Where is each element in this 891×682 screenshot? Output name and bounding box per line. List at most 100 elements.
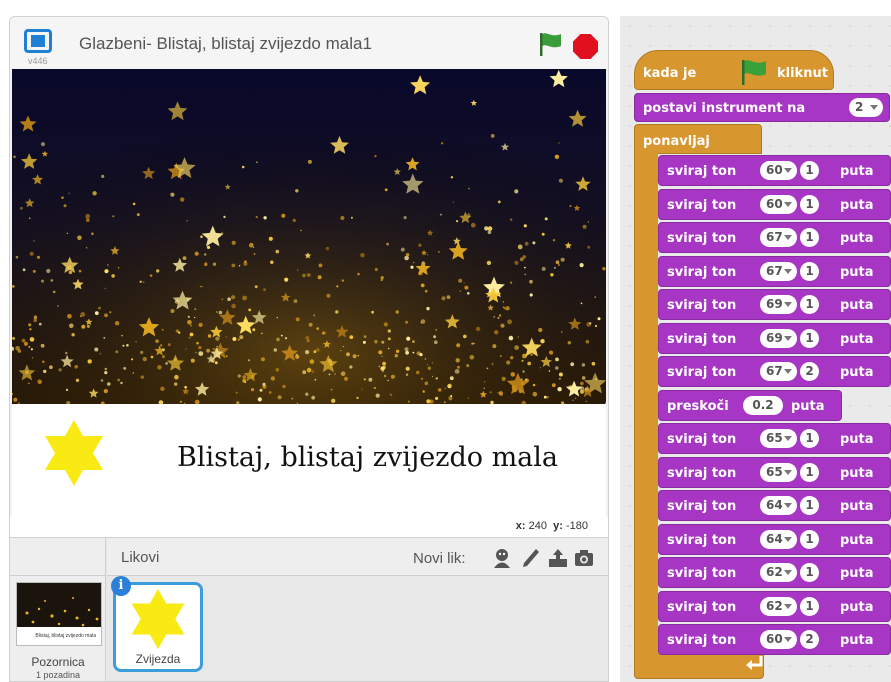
- sparkle: [420, 321, 422, 324]
- sparkle: [471, 222, 476, 228]
- note-beats-input[interactable]: 2: [800, 362, 819, 381]
- note-beats-input[interactable]: 1: [800, 328, 819, 348]
- note-beats-input[interactable]: 1: [800, 429, 819, 448]
- repeat-forever-block[interactable]: ponavljaj: [634, 124, 762, 154]
- sparkle: [374, 155, 377, 158]
- note-beats-input[interactable]: 1: [800, 261, 819, 281]
- note-dropdown[interactable]: 65: [760, 462, 797, 482]
- sparkle: [103, 389, 108, 394]
- sparkle: [68, 192, 70, 194]
- play-note-block[interactable]: sviraj ton 65 1 puta: [658, 423, 891, 454]
- sparkle: [471, 342, 474, 345]
- play-note-block[interactable]: sviraj ton 69 1 puta: [658, 322, 891, 354]
- note-beats-input[interactable]: 1: [800, 228, 819, 247]
- note-dropdown[interactable]: 65: [760, 429, 797, 448]
- play-note-block[interactable]: sviraj ton 67 1 puta: [658, 255, 891, 287]
- sparkle: [261, 332, 263, 335]
- note-dropdown[interactable]: 67: [760, 261, 797, 281]
- note-beats-input[interactable]: 1: [800, 462, 819, 482]
- rest-beats-input[interactable]: 0.2: [743, 395, 783, 415]
- sparkle: [254, 285, 258, 289]
- sparkle: [383, 322, 388, 327]
- stage-canvas[interactable]: Blistaj, blistaj zvijezdo mala: [12, 69, 606, 517]
- play-note-label: sviraj ton: [667, 633, 737, 648]
- project-title[interactable]: Glazbeni- Blistaj, blistaj zvijezdo mala…: [79, 34, 372, 54]
- note-beats-input[interactable]: 1: [800, 295, 819, 314]
- sparkle: [574, 397, 577, 399]
- note-beats-input[interactable]: 1: [800, 496, 819, 515]
- sprite-library-icon[interactable]: [491, 547, 513, 569]
- sparkle: [448, 396, 453, 401]
- sparkle: [275, 249, 280, 254]
- note-dropdown[interactable]: 60: [760, 194, 797, 214]
- sparkle: [387, 347, 390, 350]
- note-beats-input[interactable]: 1: [800, 563, 819, 582]
- sparkle: [514, 345, 519, 350]
- sprites-heading: Likovi: [121, 549, 160, 566]
- set-instrument-block[interactable]: postavi instrument na 2: [634, 93, 890, 122]
- play-note-block[interactable]: sviraj ton 67 2 puta: [658, 356, 891, 387]
- paint-icon[interactable]: [519, 547, 541, 569]
- rest-block[interactable]: preskoči 0.2 puta: [658, 389, 842, 421]
- sparkle: [335, 310, 339, 314]
- upload-icon[interactable]: [547, 547, 569, 569]
- play-note-block[interactable]: sviraj ton 65 1 puta: [658, 456, 891, 488]
- note-dropdown[interactable]: 62: [760, 596, 797, 616]
- sparkle: [325, 246, 330, 251]
- note-beats-input[interactable]: 1: [800, 596, 819, 616]
- sprite-item[interactable]: Zvijezda: [113, 582, 203, 672]
- play-note-block[interactable]: sviraj ton 60 1 puta: [658, 155, 891, 186]
- sparkle: [426, 363, 429, 366]
- play-note-block[interactable]: sviraj ton 64 1 puta: [658, 490, 891, 521]
- note-beats-input[interactable]: 1: [800, 194, 819, 214]
- note-dropdown[interactable]: 69: [760, 328, 797, 348]
- note-beats-input[interactable]: 2: [800, 630, 819, 649]
- sparkle: [517, 244, 523, 250]
- play-note-label: sviraj ton: [667, 599, 737, 615]
- note-dropdown[interactable]: 60: [760, 161, 797, 180]
- note-dropdown[interactable]: 62: [760, 563, 797, 582]
- note-beats-input[interactable]: 1: [800, 529, 819, 549]
- play-note-block[interactable]: sviraj ton 69 1 puta: [658, 289, 891, 320]
- sparkle: [282, 384, 286, 389]
- scripts-area[interactable]: kada je kliknut postavi instrument na 2 …: [620, 16, 891, 682]
- instrument-dropdown[interactable]: 2: [849, 98, 883, 117]
- when-flag-clicked-block[interactable]: kada je kliknut: [634, 50, 834, 90]
- sparkle: [185, 348, 187, 350]
- stop-icon[interactable]: [573, 34, 598, 59]
- note-beats-input[interactable]: 1: [800, 161, 819, 180]
- note-dropdown[interactable]: 60: [760, 630, 797, 649]
- play-note-block[interactable]: sviraj ton 60 1 puta: [658, 188, 891, 220]
- stage-thumbnail[interactable]: Blistaj, blistaj zvijezdo mala: [16, 582, 102, 646]
- play-note-block[interactable]: sviraj ton 60 2 puta: [658, 624, 891, 655]
- sparkle: [435, 377, 438, 380]
- sparkle: [457, 365, 460, 369]
- play-note-block[interactable]: sviraj ton 62 1 puta: [658, 557, 891, 588]
- sparkle: [29, 251, 34, 256]
- note-dropdown[interactable]: 69: [760, 295, 797, 314]
- note-dropdown[interactable]: 64: [760, 529, 797, 549]
- sparkle: [525, 378, 528, 381]
- note-dropdown[interactable]: 67: [760, 362, 797, 381]
- sparkle: [262, 382, 266, 386]
- sparkle: [99, 352, 102, 355]
- play-note-block[interactable]: sviraj ton 62 1 puta: [658, 590, 891, 622]
- stage-selector[interactable]: Blistaj, blistaj zvijezdo mala Pozornica…: [10, 538, 106, 681]
- sparkle: [552, 239, 556, 242]
- info-icon[interactable]: i: [111, 576, 131, 596]
- fullscreen-icon[interactable]: [24, 29, 52, 53]
- sparkle: [517, 336, 519, 338]
- green-flag-icon[interactable]: [537, 31, 563, 57]
- camera-icon[interactable]: [573, 547, 595, 569]
- sparkle: [204, 262, 208, 267]
- sparkle: [150, 355, 154, 359]
- note-dropdown[interactable]: 64: [760, 496, 797, 515]
- play-note-block[interactable]: sviraj ton 64 1 puta: [658, 523, 891, 555]
- star-sprite[interactable]: [45, 420, 103, 486]
- beats-unit-label: puta: [791, 398, 825, 414]
- note-dropdown[interactable]: 67: [760, 228, 797, 247]
- sparkle: [529, 279, 533, 284]
- sparkle: [103, 336, 106, 339]
- play-note-block[interactable]: sviraj ton 67 1 puta: [658, 222, 891, 253]
- stage-thumb-caption: Blistaj, blistaj zvijezdo mala: [35, 633, 96, 639]
